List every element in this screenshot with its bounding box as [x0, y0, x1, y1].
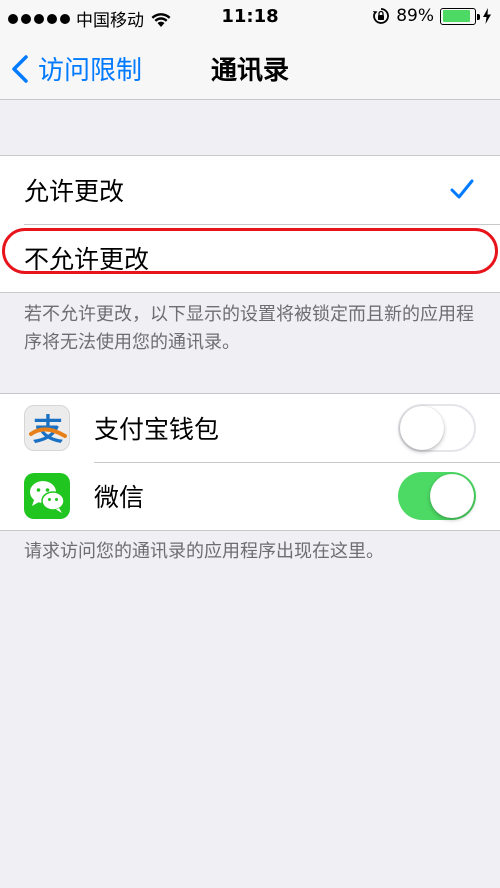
wechat-icon — [24, 473, 70, 519]
rotation-lock-icon — [373, 8, 390, 24]
alipay-icon: 支 — [24, 405, 70, 451]
wechat-access-toggle[interactable] — [398, 472, 476, 520]
battery-percent: 89% — [396, 6, 434, 26]
toggle-knob — [430, 474, 474, 518]
apps-note: 请求访问您的通讯录的应用程序出现在这里。 — [24, 541, 384, 562]
option-allow-label: 允许更改 — [24, 177, 125, 206]
battery-icon — [440, 7, 480, 25]
change-options-group: 允许更改 不允许更改 — [0, 155, 500, 293]
app-label-alipay: 支付宝钱包 — [94, 415, 220, 444]
app-label-wechat: 微信 — [94, 483, 145, 512]
app-row-wechat: 微信 — [0, 462, 500, 530]
toggle-knob — [400, 406, 444, 450]
navigation-bar: 访问限制 通讯录 — [0, 34, 500, 100]
page-title: 通讯录 — [210, 56, 289, 86]
app-row-alipay: 支 支付宝钱包 — [0, 394, 500, 462]
status-bar: 中国移动 11:18 89% — [0, 0, 500, 34]
battery-fill — [442, 10, 471, 22]
checkmark-icon — [450, 179, 474, 199]
option-allow-changes[interactable]: 允许更改 — [0, 156, 500, 224]
charging-bolt-icon — [483, 8, 491, 24]
status-right: 89% — [372, 6, 492, 26]
option-disallow-label: 不允许更改 — [24, 245, 150, 274]
alipay-access-toggle[interactable] — [398, 404, 476, 452]
apps-group: 支 支付宝钱包 微信 — [0, 393, 500, 531]
option-disallow-changes[interactable]: 不允许更改 — [0, 224, 500, 292]
options-note: 若不允许更改，以下显示的设置将被锁定而且新的应用程序将无法使用您的通讯录。 — [24, 304, 474, 353]
